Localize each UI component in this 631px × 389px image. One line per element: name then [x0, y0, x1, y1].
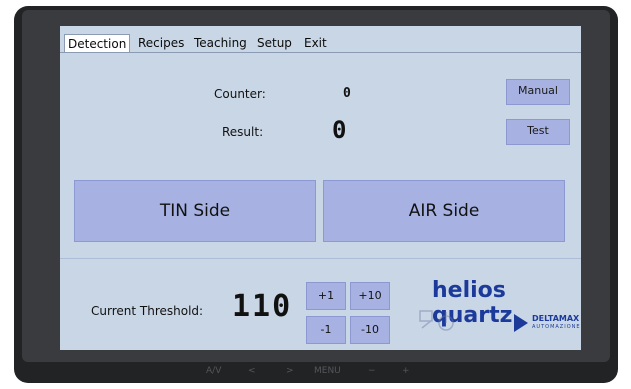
tab-exit[interactable]: Exit: [304, 34, 327, 52]
deltamax-subtitle: AUTOMAZIONE: [532, 324, 581, 330]
deltamax-logo: DELTAMAX AUTOMAZIONE: [510, 311, 580, 335]
device-frame: Detection Recipes Teaching Setup Exit Co…: [0, 0, 631, 389]
divider: [60, 258, 581, 259]
plus-10-button[interactable]: +10: [350, 282, 390, 310]
gauge-icon: [419, 310, 454, 331]
plus-hw-button[interactable]: +: [402, 366, 410, 376]
left-button[interactable]: <: [248, 366, 256, 376]
plus-1-button[interactable]: +1: [306, 282, 346, 310]
result-value: 0: [332, 116, 347, 144]
manual-button[interactable]: Manual: [506, 79, 570, 105]
counter-label: Counter:: [214, 87, 266, 101]
threshold-label: Current Threshold:: [91, 304, 204, 318]
right-button[interactable]: >: [286, 366, 294, 376]
hardware-control-bar: A/V < > MENU − +: [0, 362, 631, 382]
minus-10-button[interactable]: -10: [350, 316, 390, 344]
tab-bar: Detection Recipes Teaching Setup Exit: [60, 26, 581, 53]
tab-teaching[interactable]: Teaching: [194, 34, 247, 52]
minus-hw-button[interactable]: −: [368, 366, 376, 376]
result-label: Result:: [222, 125, 264, 139]
deltamax-name: DELTAMAX: [532, 314, 580, 323]
threshold-value: 110: [232, 289, 293, 324]
air-side-button[interactable]: AIR Side: [323, 180, 565, 242]
hmi-screen: Detection Recipes Teaching Setup Exit Co…: [60, 26, 581, 350]
tab-underline: [60, 52, 581, 53]
tab-setup[interactable]: Setup: [257, 34, 292, 52]
counter-value: 0: [343, 86, 351, 101]
deltamax-triangle-icon: [514, 314, 528, 332]
tin-side-button[interactable]: TIN Side: [74, 180, 316, 242]
tab-detection[interactable]: Detection: [64, 34, 131, 53]
menu-button[interactable]: MENU: [314, 366, 341, 376]
tab-recipes[interactable]: Recipes: [138, 34, 184, 52]
av-button[interactable]: A/V: [206, 366, 221, 376]
test-button[interactable]: Test: [506, 119, 570, 145]
minus-1-button[interactable]: -1: [306, 316, 346, 344]
